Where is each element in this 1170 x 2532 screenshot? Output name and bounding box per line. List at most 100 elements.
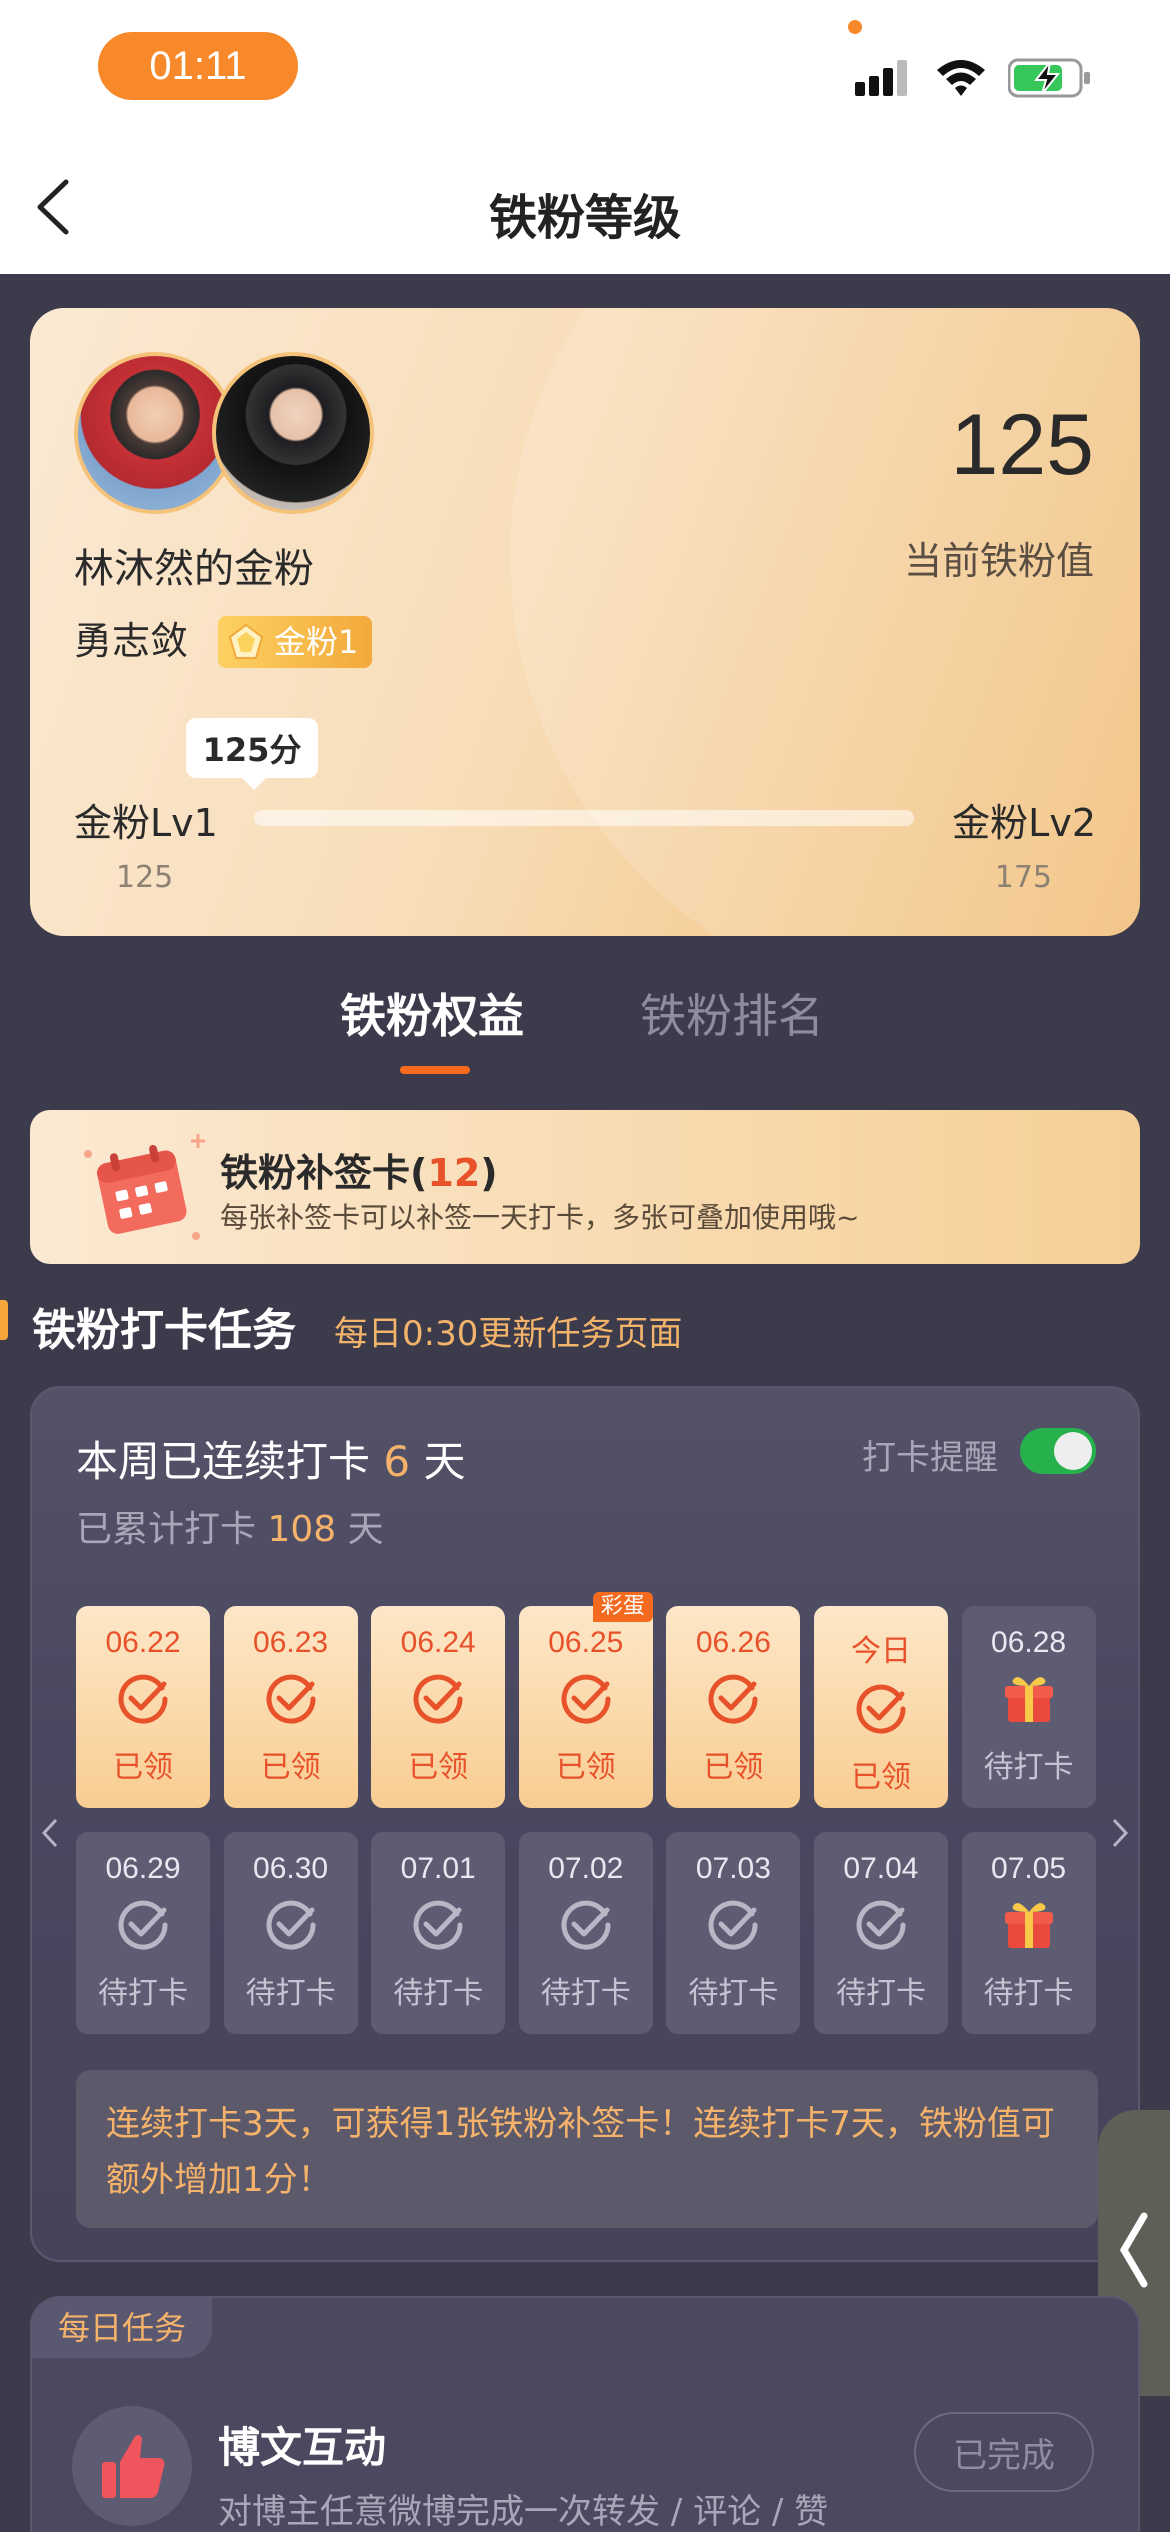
check-circle-icon bbox=[266, 1674, 316, 1724]
checkin-day-status: 待打卡 bbox=[98, 1976, 188, 2011]
checkin-day-status: 待打卡 bbox=[835, 1976, 926, 2011]
privacy-indicator-dot bbox=[848, 20, 862, 34]
checkin-calendar: 06.22 已领 06.23 已领 06.24 已领 彩蛋 06.25 已领 06.26 已领 今日已… bbox=[76, 1592, 1098, 2034]
makeup-card-description: 每张补签卡可以补签一天打卡，多张可叠加使用哦~ bbox=[220, 1201, 860, 1234]
checkin-day-cell[interactable]: 06.24 已领 bbox=[371, 1606, 506, 1808]
checkin-day-date: 07.01 bbox=[400, 1852, 476, 1885]
checkin-day-cell[interactable]: 07.02 待打卡 bbox=[518, 1832, 653, 2034]
checkin-day-cell[interactable]: 今日 已领 bbox=[813, 1606, 948, 1808]
makeup-card-banner[interactable]: 铁粉补签卡(12) 每张补签卡可以补签一天打卡，多张可叠加使用哦~ bbox=[30, 1110, 1140, 1264]
fan-score-label: 当前铁粉值 bbox=[903, 539, 1094, 583]
fan-group-title: 林沐然的金粉 bbox=[74, 546, 314, 592]
fan-level-badge-label: 金粉1 bbox=[274, 623, 359, 661]
total-suffix: 天 bbox=[347, 1509, 384, 1550]
level-progress-bar bbox=[254, 810, 914, 826]
checkin-day-status: 已领 bbox=[555, 1750, 616, 1785]
checkin-panel: 本周已连续打卡 6 天 已累计打卡 108 天 打卡提醒 06.22 已领 06.2… bbox=[30, 1386, 1140, 2262]
fan-score-value: 125 bbox=[950, 397, 1095, 493]
checkin-day-status: 已领 bbox=[113, 1750, 173, 1785]
streak-suffix: 天 bbox=[423, 1437, 466, 1486]
checkin-day-status: 已领 bbox=[260, 1750, 321, 1785]
checkin-day-date: 06.25 bbox=[548, 1626, 624, 1659]
checkin-day-date: 06.22 bbox=[105, 1626, 181, 1659]
check-circle-icon bbox=[413, 1900, 463, 1950]
thumbs-up-icon bbox=[102, 2435, 165, 2498]
active-tab-indicator bbox=[400, 1066, 470, 1074]
checkin-day-date: 今日 bbox=[850, 1635, 911, 1668]
checkin-day-date: 06.28 bbox=[991, 1626, 1067, 1659]
checkin-day-status: 待打卡 bbox=[983, 1750, 1074, 1785]
check-circle-icon bbox=[708, 1674, 758, 1724]
current-level-min: 125 bbox=[116, 860, 174, 895]
section-accent-bar bbox=[0, 1300, 8, 1340]
streak-summary: 本周已连续打卡 6 天 bbox=[76, 1428, 465, 1489]
checkin-day-status: 待打卡 bbox=[688, 1976, 779, 2011]
checkin-section-subtitle: 每日0:30更新任务页面 bbox=[334, 1314, 683, 1354]
crown-gem-icon bbox=[228, 623, 264, 659]
reminder-label: 打卡提醒 bbox=[862, 1438, 998, 1478]
checkin-day-cell[interactable]: 彩蛋 06.25 已领 bbox=[518, 1592, 653, 1808]
streak-days: 6 bbox=[383, 1437, 411, 1486]
chevron-right-icon[interactable] bbox=[1110, 1816, 1130, 1850]
checkin-day-status: 待打卡 bbox=[393, 1976, 484, 2011]
checkin-day-cell[interactable]: 06.28 待打卡 bbox=[961, 1606, 1096, 1808]
checkin-day-status: 已领 bbox=[703, 1750, 764, 1785]
check-circle-icon bbox=[708, 1900, 758, 1950]
cellular-signal-icon bbox=[855, 60, 907, 96]
checkin-day-cell[interactable]: 07.04 待打卡 bbox=[813, 1832, 948, 2034]
idol-avatar[interactable] bbox=[212, 352, 374, 514]
current-level-label: 金粉Lv1 bbox=[74, 801, 218, 845]
chevron-left-icon bbox=[1119, 2212, 1148, 2288]
task-completed-button[interactable]: 已完成 bbox=[914, 2412, 1094, 2492]
checkin-day-cell[interactable]: 06.22 已领 bbox=[76, 1606, 210, 1808]
makeup-card-title-text: 铁粉补签卡 bbox=[220, 1151, 411, 1195]
chevron-left-icon[interactable] bbox=[40, 1816, 60, 1850]
next-level-min: 175 bbox=[994, 860, 1052, 895]
task-title: 博文互动 bbox=[218, 2423, 387, 2472]
battery-charging-icon bbox=[1008, 58, 1090, 98]
total-prefix: 已累计打卡 bbox=[76, 1509, 257, 1550]
checkin-day-cell[interactable]: 06.29 待打卡 bbox=[76, 1832, 210, 2034]
check-circle-icon bbox=[561, 1900, 611, 1950]
progress-tooltip: 125分 bbox=[186, 718, 318, 790]
check-circle-icon bbox=[118, 1900, 168, 1950]
checkin-day-cell[interactable]: 07.03 待打卡 bbox=[666, 1832, 801, 2034]
gift-icon bbox=[1004, 1677, 1053, 1722]
calendar-icon bbox=[84, 1134, 205, 1240]
checkin-day-date: 07.04 bbox=[843, 1852, 919, 1885]
checkin-day-status: 待打卡 bbox=[245, 1976, 336, 2011]
checkin-day-cell[interactable]: 06.23 已领 bbox=[223, 1606, 358, 1808]
daily-tasks-tag: 每日任务 bbox=[32, 2298, 213, 2358]
status-time: 01:11 bbox=[98, 32, 298, 100]
task-icon-wrap bbox=[72, 2406, 192, 2526]
checkin-day-status: 待打卡 bbox=[540, 1976, 631, 2011]
check-circle-icon bbox=[118, 1674, 168, 1724]
wifi-icon bbox=[937, 60, 985, 96]
checkin-day-date: 06.24 bbox=[400, 1626, 476, 1659]
checkin-day-cell[interactable]: 07.05 待打卡 bbox=[961, 1832, 1096, 2034]
checkin-day-date: 06.23 bbox=[253, 1626, 329, 1659]
checkin-day-date: 07.02 bbox=[548, 1852, 624, 1885]
checkin-day-cell[interactable]: 07.01 待打卡 bbox=[371, 1832, 506, 2034]
checkin-day-status: 已领 bbox=[408, 1750, 469, 1785]
check-circle-icon bbox=[266, 1900, 316, 1950]
checkin-day-date: 06.30 bbox=[253, 1852, 329, 1885]
check-circle-icon bbox=[856, 1684, 906, 1734]
tab-benefits[interactable]: 铁粉权益 bbox=[340, 980, 524, 1046]
tab-ranking[interactable]: 铁粉排名 bbox=[640, 980, 824, 1046]
makeup-card-title: 铁粉补签卡(12) bbox=[220, 1151, 498, 1195]
check-circle-icon bbox=[413, 1674, 463, 1724]
makeup-card-count: 12 bbox=[427, 1151, 481, 1195]
checkin-day-cell[interactable]: 06.30 待打卡 bbox=[223, 1832, 358, 2034]
checkin-day-status: 待打卡 bbox=[983, 1976, 1074, 2011]
check-circle-icon bbox=[561, 1674, 611, 1724]
task-description: 对博主任意微博完成一次转发 / 评论 / 赞 bbox=[218, 2492, 829, 2532]
checkin-day-status: 已领 bbox=[850, 1760, 911, 1795]
checkin-day-cell[interactable]: 06.26 已领 bbox=[666, 1606, 801, 1808]
page-title: 铁粉等级 bbox=[488, 190, 681, 246]
checkin-day-date: 07.05 bbox=[991, 1852, 1067, 1885]
total-summary: 已累计打卡 108 天 bbox=[76, 1500, 384, 1552]
reminder-toggle[interactable] bbox=[1020, 1428, 1096, 1474]
easter-egg-tag: 彩蛋 bbox=[592, 1592, 653, 1622]
fan-level-badge: 金粉1 bbox=[218, 616, 373, 668]
